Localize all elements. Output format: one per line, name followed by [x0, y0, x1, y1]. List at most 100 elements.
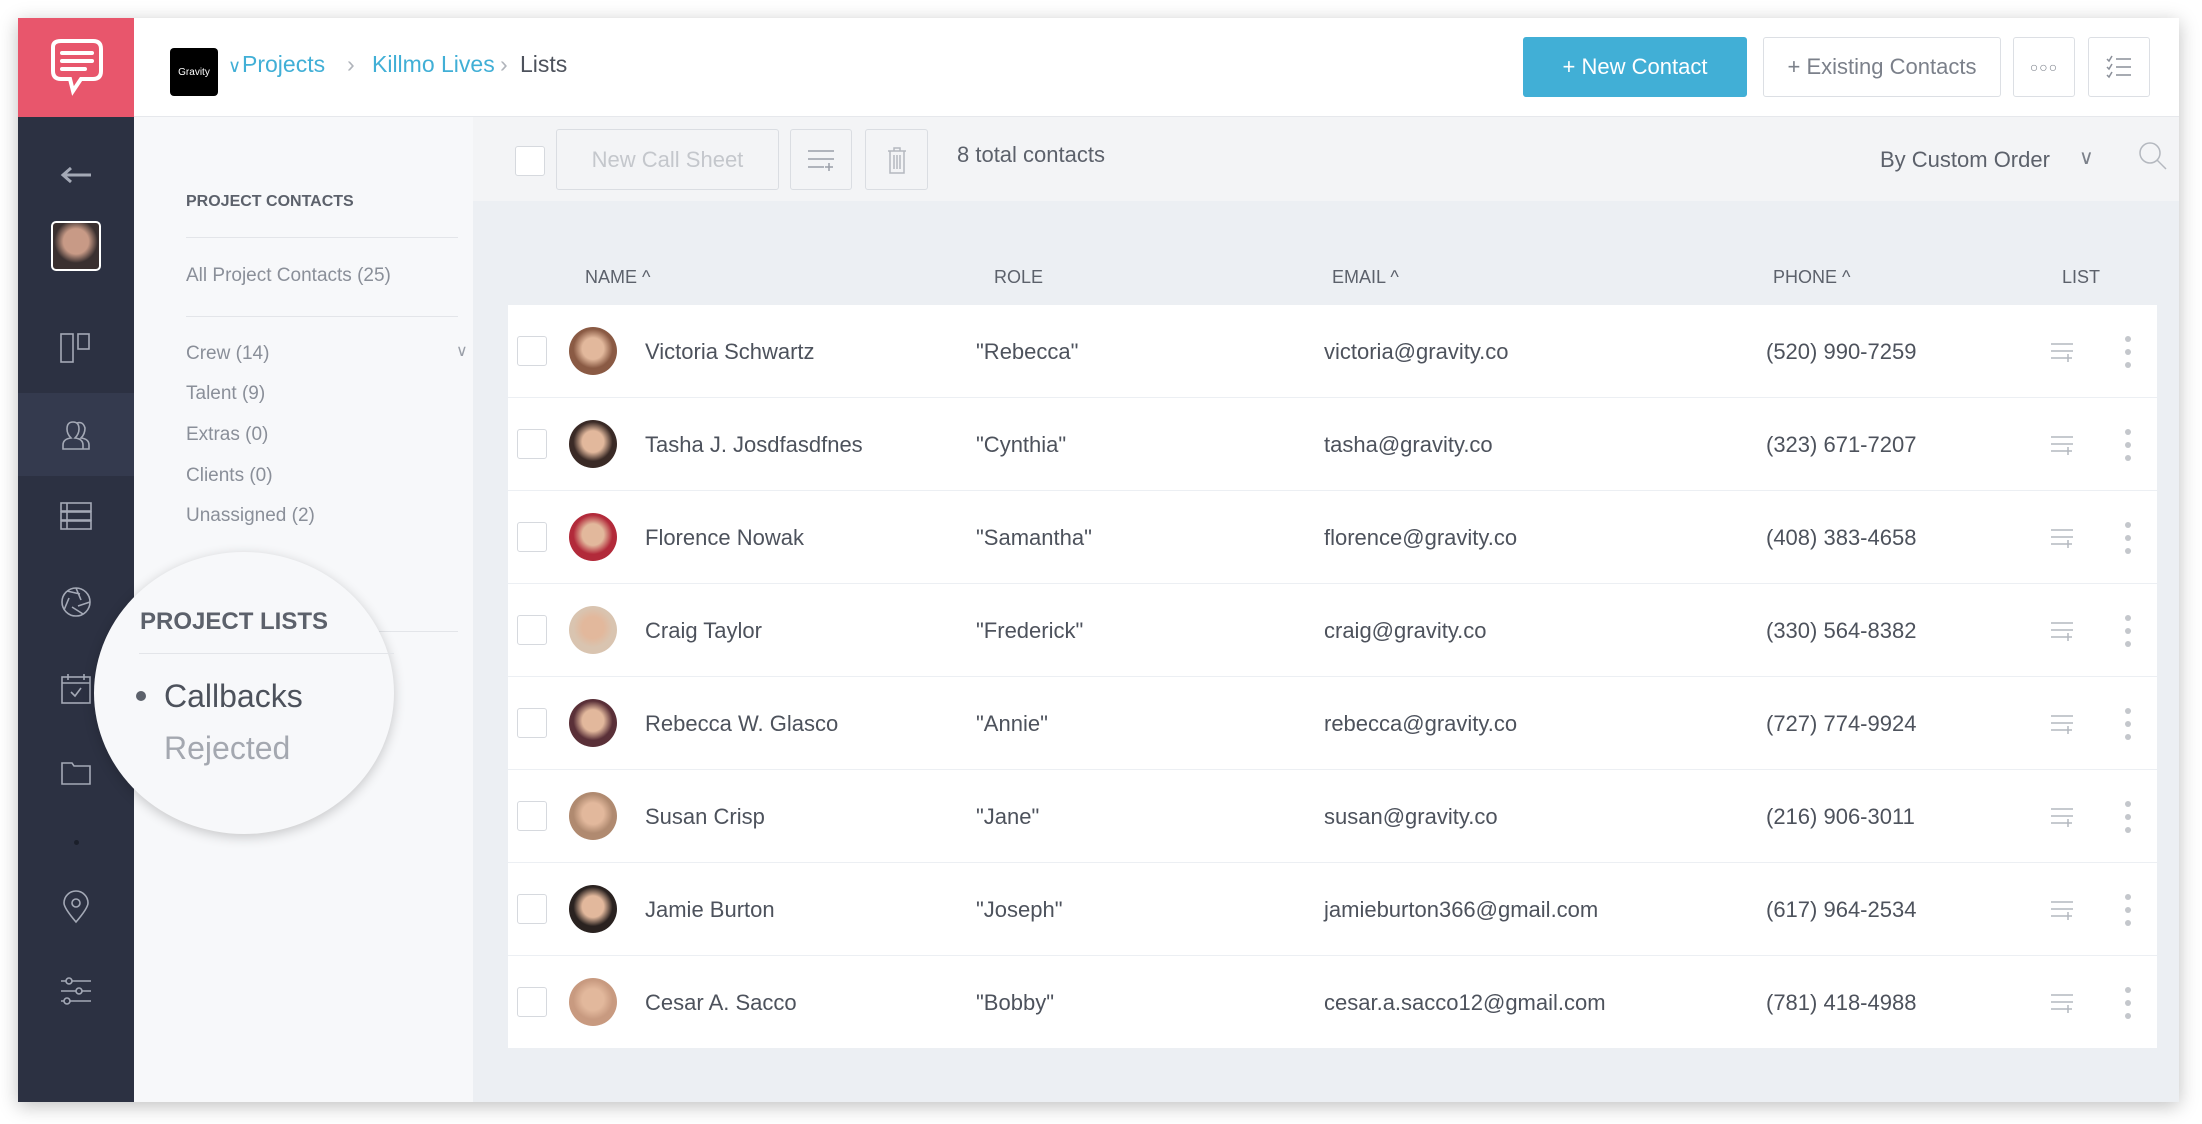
- contact-email[interactable]: susan@gravity.co: [1324, 770, 1498, 863]
- location-pin-icon[interactable]: [18, 877, 134, 937]
- contact-email[interactable]: florence@gravity.co: [1324, 491, 1517, 584]
- chevron-down-icon[interactable]: ∨: [2079, 145, 2094, 170]
- table-row[interactable]: Florence Nowak "Samantha" florence@gravi…: [508, 491, 2157, 584]
- contact-role: "Jane": [976, 804, 1040, 829]
- contact-role: "Frederick": [976, 618, 1084, 643]
- add-to-list-icon[interactable]: [2050, 899, 2074, 921]
- more-vertical-icon[interactable]: [2124, 335, 2132, 369]
- add-to-list-icon[interactable]: [2050, 434, 2074, 456]
- board-icon[interactable]: [18, 318, 134, 378]
- contact-name[interactable]: Rebecca W. Glasco: [645, 677, 838, 770]
- contact-email[interactable]: craig@gravity.co: [1324, 584, 1487, 677]
- new-contact-button[interactable]: + New Contact: [1523, 37, 1747, 97]
- contact-email[interactable]: rebecca@gravity.co: [1324, 677, 1517, 770]
- delete-button[interactable]: [865, 129, 928, 190]
- chevron-down-icon[interactable]: ∨: [228, 56, 241, 77]
- table-row[interactable]: Cesar A. Sacco "Bobby" cesar.a.sacco12@g…: [508, 956, 2157, 1049]
- contact-email[interactable]: jamieburton366@gmail.com: [1324, 863, 1598, 956]
- contacts-main: New Call Sheet 8 total contacts By Custo…: [473, 117, 2179, 1102]
- avatar: [569, 792, 617, 840]
- total-contacts: 8 total contacts: [957, 142, 1105, 167]
- contact-name[interactable]: Susan Crisp: [645, 770, 765, 863]
- contact-role: "Joseph": [976, 897, 1063, 922]
- list-callbacks[interactable]: Callbacks: [164, 678, 303, 715]
- contact-name[interactable]: Craig Taylor: [645, 584, 762, 677]
- table-row[interactable]: Craig Taylor "Frederick" craig@gravity.c…: [508, 584, 2157, 677]
- more-vertical-icon[interactable]: [2124, 614, 2132, 648]
- group-clients[interactable]: Clients (0): [186, 465, 273, 487]
- row-checkbox[interactable]: [517, 708, 547, 738]
- row-checkbox[interactable]: [517, 615, 547, 645]
- breadcrumb-projects[interactable]: Projects: [242, 51, 325, 78]
- table-row[interactable]: Tasha J. Josdfasdfnes "Cynthia" tasha@gr…: [508, 398, 2157, 491]
- org-logo[interactable]: Gravity: [170, 48, 218, 96]
- contact-phone: (727) 774-9924: [1766, 711, 1917, 736]
- more-vertical-icon[interactable]: [2124, 893, 2132, 927]
- list-icon[interactable]: [18, 486, 134, 546]
- contact-name[interactable]: Jamie Burton: [645, 863, 775, 956]
- contact-role: "Cynthia": [976, 432, 1067, 457]
- group-crew[interactable]: Crew (14): [186, 343, 269, 365]
- new-call-sheet-button[interactable]: New Call Sheet: [556, 129, 779, 190]
- contact-email[interactable]: tasha@gravity.co: [1324, 398, 1493, 491]
- sidebar: [18, 117, 134, 1102]
- more-vertical-icon[interactable]: [2124, 521, 2132, 555]
- contact-name[interactable]: Victoria Schwartz: [645, 305, 815, 398]
- add-to-list-icon[interactable]: [2050, 806, 2074, 828]
- contact-phone: (323) 671-7207: [1766, 432, 1917, 457]
- add-to-list-icon[interactable]: [2050, 527, 2074, 549]
- all-contacts-link[interactable]: All Project Contacts (25): [186, 265, 391, 287]
- table-row[interactable]: Rebecca W. Glasco "Annie" rebecca@gravit…: [508, 677, 2157, 770]
- more-vertical-icon[interactable]: [2124, 428, 2132, 462]
- row-checkbox[interactable]: [517, 801, 547, 831]
- contact-phone: (330) 564-8382: [1766, 618, 1917, 643]
- avatar: [569, 978, 617, 1026]
- table-row[interactable]: Victoria Schwartz "Rebecca" victoria@gra…: [508, 305, 2157, 398]
- row-checkbox[interactable]: [517, 336, 547, 366]
- list-rejected[interactable]: Rejected: [164, 730, 290, 767]
- more-dots-icon: ○○○: [2029, 59, 2059, 75]
- sort-dropdown[interactable]: By Custom Order: [1880, 147, 2050, 173]
- add-to-list-icon[interactable]: [2050, 620, 2074, 642]
- table-row[interactable]: Susan Crisp "Jane" susan@gravity.co (216…: [508, 770, 2157, 863]
- search-icon[interactable]: [2138, 141, 2168, 171]
- existing-contacts-button[interactable]: + Existing Contacts: [1763, 37, 2001, 97]
- column-phone[interactable]: PHONE ^: [1773, 267, 1850, 288]
- checklist-button[interactable]: [2088, 37, 2150, 97]
- sliders-icon[interactable]: [18, 961, 134, 1021]
- contact-name[interactable]: Cesar A. Sacco: [645, 956, 797, 1049]
- more-vertical-icon[interactable]: [2124, 707, 2132, 741]
- row-checkbox[interactable]: [517, 987, 547, 1017]
- contact-name[interactable]: Tasha J. Josdfasdfnes: [645, 398, 863, 491]
- contacts-icon[interactable]: [18, 393, 134, 476]
- breadcrumb-project[interactable]: Killmo Lives: [372, 51, 495, 78]
- group-extras[interactable]: Extras (0): [186, 424, 268, 446]
- more-vertical-icon[interactable]: [2124, 986, 2132, 1020]
- user-avatar[interactable]: [18, 216, 134, 276]
- back-arrow-icon[interactable]: [18, 145, 134, 205]
- more-vertical-icon[interactable]: [2124, 800, 2132, 834]
- column-name[interactable]: NAME ^: [585, 267, 650, 288]
- contact-name[interactable]: Florence Nowak: [645, 491, 804, 584]
- add-to-list-button[interactable]: [790, 129, 852, 190]
- avatar: [569, 327, 617, 375]
- column-email[interactable]: EMAIL ^: [1332, 267, 1399, 288]
- contact-phone: (781) 418-4988: [1766, 990, 1917, 1015]
- chevron-down-icon[interactable]: ∨: [456, 341, 468, 361]
- add-to-list-icon[interactable]: [2050, 713, 2074, 735]
- select-all-checkbox[interactable]: [515, 146, 545, 176]
- project-contacts-heading: PROJECT CONTACTS: [186, 193, 354, 210]
- contact-email[interactable]: victoria@gravity.co: [1324, 305, 1509, 398]
- row-checkbox[interactable]: [517, 894, 547, 924]
- row-checkbox[interactable]: [517, 522, 547, 552]
- add-to-list-icon[interactable]: [2050, 992, 2074, 1014]
- table-row[interactable]: Jamie Burton "Joseph" jamieburton366@gma…: [508, 863, 2157, 956]
- app-logo[interactable]: [18, 18, 134, 117]
- contact-email[interactable]: cesar.a.sacco12@gmail.com: [1324, 956, 1606, 1049]
- more-options-button[interactable]: ○○○: [2013, 37, 2075, 97]
- breadcrumb-current: Lists: [520, 51, 568, 77]
- group-talent[interactable]: Talent (9): [186, 383, 265, 405]
- row-checkbox[interactable]: [517, 429, 547, 459]
- group-unassigned[interactable]: Unassigned (2): [186, 505, 315, 527]
- add-to-list-icon[interactable]: [2050, 341, 2074, 363]
